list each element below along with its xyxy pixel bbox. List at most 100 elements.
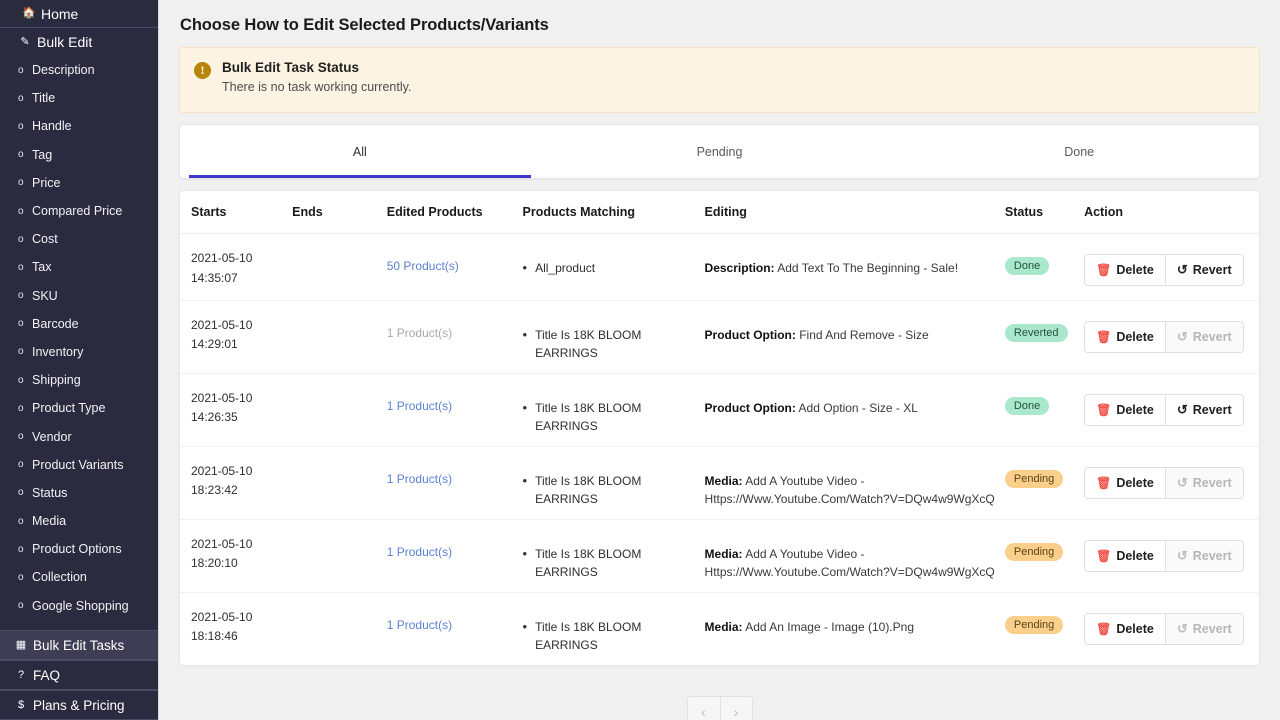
sidebar-item-google-shopping[interactable]: oGoogle Shopping <box>0 592 158 620</box>
sidebar-item-label: Title <box>32 91 55 105</box>
revert-label: Revert <box>1193 263 1232 277</box>
sidebar-item-status[interactable]: o Status <box>0 479 158 507</box>
cell-status: Done <box>1005 373 1084 446</box>
status-badge: Pending <box>1005 616 1063 634</box>
sidebar-item-price[interactable]: oPrice <box>0 169 158 197</box>
bullet-icon: o <box>18 572 27 583</box>
tabs-bar: AllPending Done <box>179 124 1260 179</box>
cell-status: Pending <box>1005 519 1084 592</box>
sidebar-item-label: Status <box>32 486 67 500</box>
cell-ends <box>292 234 387 301</box>
delete-label: Delete <box>1116 330 1154 344</box>
table-body: 2021-05-1014:35:07 50 Product(s) • All_prod… <box>180 234 1259 665</box>
match-item: • All_product <box>523 245 697 277</box>
sidebar-item-faq[interactable]: ?FAQ <box>0 660 158 690</box>
table-row: 2021-05-1018:20:101 Product(s)•Title Is … <box>180 519 1259 592</box>
sidebar-item-bulk-edit-tasks[interactable]: ▦Bulk Edit Tasks <box>0 630 158 660</box>
exclamation-circle-icon: ! <box>194 62 211 79</box>
sidebar-item-tag[interactable]: oTag <box>0 141 158 169</box>
sidebar-item-shipping[interactable]: oShipping <box>0 366 158 394</box>
sidebar-item-label: Plans & Pricing <box>33 698 125 713</box>
bullet-icon: o <box>18 516 27 527</box>
sidebar-item-plans-pricing[interactable]: $ Plans & Pricing <box>0 690 158 720</box>
next-page-button[interactable]: › <box>720 697 752 720</box>
status-badge: Reverted <box>1005 324 1068 342</box>
sidebar-item-handle[interactable]: oHandle <box>0 112 158 140</box>
sidebar-group-bulk-edit[interactable]: ✎ Bulk Edit <box>0 28 158 56</box>
row-action-group: 🗑Delete↺Revert <box>1084 321 1244 353</box>
sidebar-item-vendor[interactable]: oVendor <box>0 422 158 450</box>
cell-products-matching: •Title Is 18K BLOOM EARRINGS <box>523 592 705 665</box>
app-root: 🏠 Home ✎ Bulk Edit oDescriptionoTitleoHa… <box>0 0 1280 720</box>
revert-button[interactable]: ↺Revert <box>1165 395 1243 425</box>
delete-button[interactable]: 🗑Delete <box>1085 255 1165 285</box>
delete-label: Delete <box>1116 263 1154 277</box>
sidebar-item-sku[interactable]: oSKU <box>0 282 158 310</box>
delete-button[interactable]: 🗑Delete <box>1085 614 1165 644</box>
edited-products-link[interactable]: 1 Product(s) <box>387 604 515 632</box>
bullet-icon: o <box>18 403 27 414</box>
cell-status: Reverted <box>1005 300 1084 373</box>
tab-label: Done <box>1064 145 1094 159</box>
match-text: All_product <box>535 259 595 277</box>
edited-products-link[interactable]: 1 Product(s) <box>387 385 515 413</box>
cell-edited-products: 50 Product(s) <box>387 234 523 301</box>
cell-products-matching: •Title Is 18K BLOOM EARRINGS <box>523 446 705 519</box>
start-date-time: 2021-05-1014:35:07 <box>191 245 284 289</box>
sidebar-item-barcode[interactable]: oBarcode <box>0 310 158 338</box>
match-item: •Title Is 18K BLOOM EARRINGS <box>523 385 697 435</box>
edited-products-link[interactable]: 50 Product(s) <box>387 245 515 273</box>
editing-value: Add A Youtube Video - Https://Www.Youtub… <box>705 547 995 579</box>
edited-products-link[interactable]: 1 Product(s) <box>387 312 515 340</box>
main-content: Choose How to Edit Selected Products/Var… <box>159 0 1280 720</box>
cell-status: Done <box>1005 234 1084 301</box>
cell-status: Pending <box>1005 592 1084 665</box>
bullet-icon: • <box>523 547 528 581</box>
sidebar-item-compared-price[interactable]: oCompared Price <box>0 197 158 225</box>
sidebar-item-product-variants[interactable]: oProduct Variants <box>0 451 158 479</box>
cell-ends <box>292 446 387 519</box>
sidebar-item-product-options[interactable]: oProduct Options <box>0 535 158 563</box>
delete-button[interactable]: 🗑Delete <box>1085 322 1165 352</box>
cell-products-matching: • All_product <box>523 234 705 301</box>
tab-done[interactable]: Done <box>899 125 1259 178</box>
cell-products-matching: •Title Is 18K BLOOM EARRINGS <box>523 300 705 373</box>
tab-pending[interactable]: Pending <box>540 125 900 178</box>
tab-all[interactable]: All <box>180 125 540 178</box>
sidebar-item-tax[interactable]: oTax <box>0 253 158 281</box>
sidebar-item-home[interactable]: 🏠 Home <box>0 0 158 28</box>
sidebar-item-label: Tax <box>32 260 51 274</box>
cell-editing: Media: Add A Youtube Video - Https://Www… <box>705 519 1005 592</box>
sidebar-item-title[interactable]: oTitle <box>0 84 158 112</box>
status-badge: Done <box>1005 397 1049 415</box>
delete-button[interactable]: 🗑Delete <box>1085 395 1165 425</box>
revert-button[interactable]: ↺Revert <box>1165 255 1243 285</box>
bullet-icon: o <box>18 487 27 498</box>
bullet-icon: • <box>523 261 528 277</box>
dollar-icon: $ <box>14 700 28 711</box>
sidebar-item-cost[interactable]: oCost <box>0 225 158 253</box>
pagination-wrap: ‹ › <box>179 696 1260 720</box>
tasks-table-card: StartsEndsEdited ProductsProducts Matchi… <box>179 190 1260 666</box>
sidebar-item-label: Tag <box>32 148 52 162</box>
delete-button[interactable]: 🗑Delete <box>1085 541 1165 571</box>
bullet-icon: o <box>18 544 27 555</box>
delete-button[interactable]: 🗑Delete <box>1085 468 1165 498</box>
sidebar: 🏠 Home ✎ Bulk Edit oDescriptionoTitleoHa… <box>0 0 159 720</box>
editing-value: Add Option - Size - XL <box>799 401 918 415</box>
start-date-time: 2021-05-1018:23:42 <box>191 458 284 502</box>
bullet-icon: • <box>523 474 528 508</box>
sidebar-item-description[interactable]: oDescription <box>0 56 158 84</box>
editing-description: Media: Add A Youtube Video - Https://Www… <box>705 458 997 508</box>
edited-products-link[interactable]: 1 Product(s) <box>387 458 515 486</box>
prev-page-button[interactable]: ‹ <box>688 697 720 720</box>
cell-starts: 2021-05-1014:29:01 <box>180 300 292 373</box>
sidebar-item-product-type[interactable]: oProduct Type <box>0 394 158 422</box>
sidebar-item-collection[interactable]: oCollection <box>0 563 158 591</box>
home-icon: 🏠 <box>22 8 36 19</box>
edited-products-link[interactable]: 1 Product(s) <box>387 531 515 559</box>
sidebar-item-inventory[interactable]: oInventory <box>0 338 158 366</box>
sidebar-item-media[interactable]: oMedia <box>0 507 158 535</box>
editing-value: Add Text To The Beginning - Sale! <box>777 261 958 275</box>
sidebar-item-label: Google Shopping <box>32 599 129 613</box>
